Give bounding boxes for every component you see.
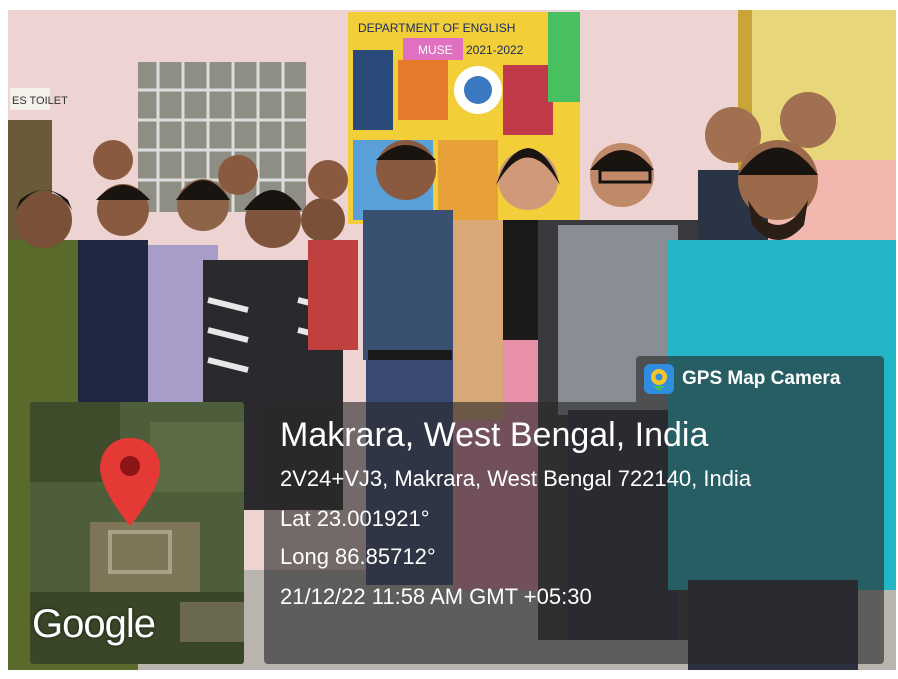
map-thumbnail: Google <box>30 402 244 664</box>
map-pin-icon <box>644 364 674 394</box>
location-address: 2V24+VJ3, Makrara, West Bengal 722140, I… <box>280 466 752 491</box>
location-longitude: Long 86.85712° <box>280 544 436 569</box>
map-brand-logo: Google <box>32 602 156 646</box>
location-info-panel: Makrara, West Bengal, India 2V24+VJ3, Ma… <box>264 402 884 664</box>
photo-frame: ES TOILET DEPARTMENT OF ENGLISH MUSE 202… <box>0 0 898 679</box>
gps-camera-badge: GPS Map Camera <box>636 356 884 402</box>
location-latitude: Lat 23.001921° <box>280 506 430 531</box>
poster-year: 2021-2022 <box>466 43 524 57</box>
location-datetime: 21/12/22 11:58 AM GMT +05:30 <box>280 584 592 609</box>
gps-badge-label: GPS Map Camera <box>682 368 841 389</box>
door-sign: ES TOILET <box>12 95 68 107</box>
location-title: Makrara, West Bengal, India <box>280 416 709 454</box>
poster-sub: MUSE <box>418 43 453 57</box>
poster-title: DEPARTMENT OF ENGLISH <box>358 21 515 35</box>
